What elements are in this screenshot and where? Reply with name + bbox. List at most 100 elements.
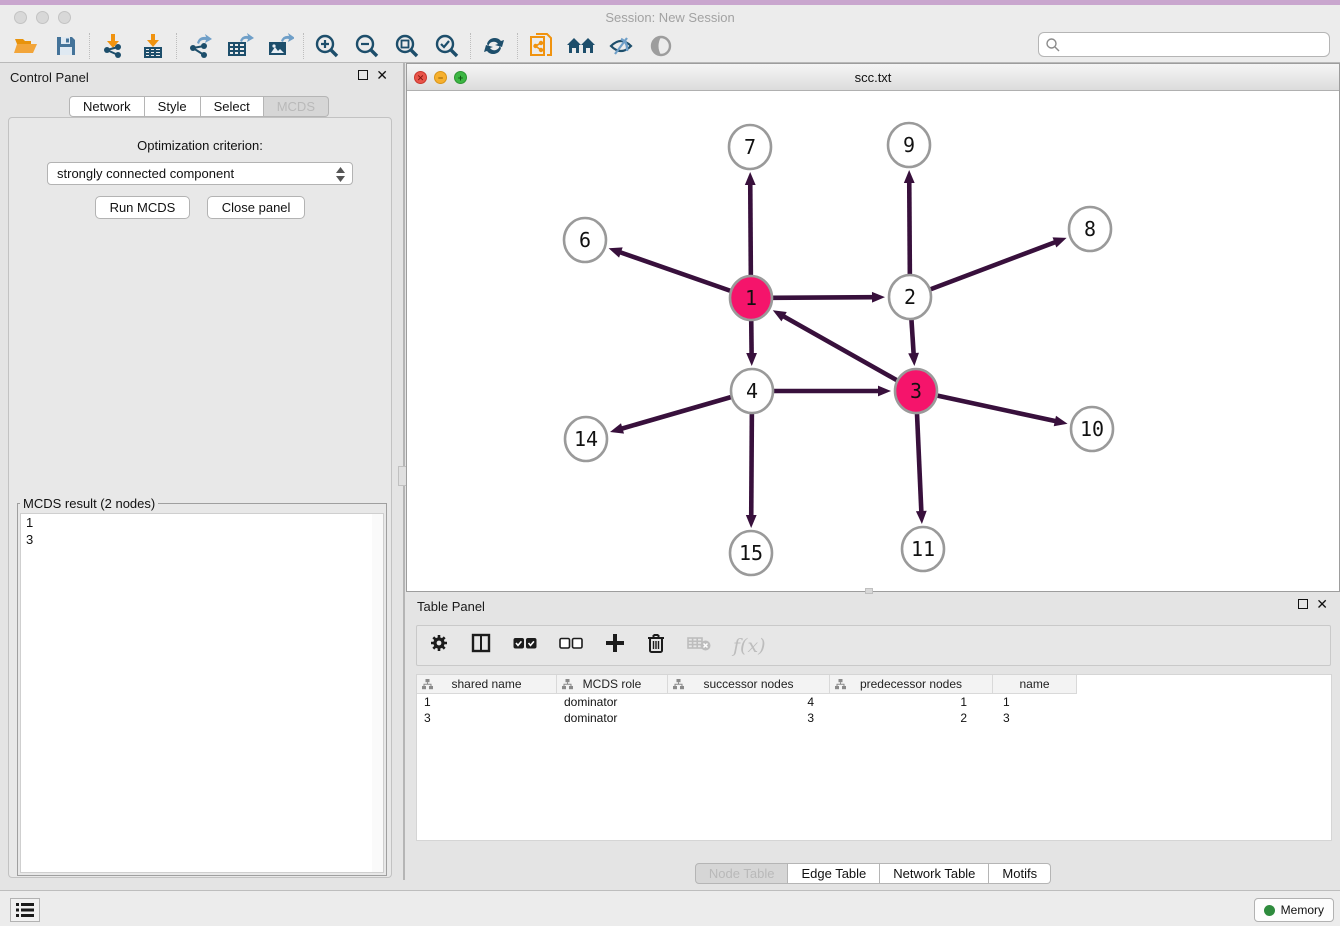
toolbar-separator (176, 33, 177, 59)
tab-network[interactable]: Network (69, 96, 145, 117)
graph-node-15[interactable]: 15 (730, 531, 772, 575)
hide-preview-button[interactable] (641, 31, 681, 61)
table-cell[interactable]: 3 (417, 710, 557, 726)
settings-gear-icon[interactable] (429, 633, 449, 658)
result-scrollbar[interactable] (372, 514, 383, 872)
edge-2-to-8[interactable] (931, 237, 1067, 289)
graph-node-7[interactable]: 7 (729, 125, 771, 169)
network-window-titlebar: ✕ − + scc.txt (407, 64, 1339, 91)
network-canvas[interactable]: 7 9 6 8 1 2 4 3 14 10 15 11 (407, 91, 1339, 591)
edge-4-to-14[interactable] (610, 397, 731, 434)
table-cell[interactable]: 2 (830, 710, 993, 726)
delete-column-icon[interactable] (647, 633, 665, 659)
open-session-button[interactable] (6, 31, 46, 61)
graph-node-8[interactable]: 8 (1069, 207, 1111, 251)
edge-2-to-3[interactable] (908, 319, 919, 366)
table-cell[interactable]: 3 (668, 710, 830, 726)
tab-mcds[interactable]: MCDS (264, 96, 329, 117)
graph-node-6[interactable]: 6 (564, 218, 606, 262)
control-panel-header: Control Panel ✕ (2, 66, 396, 90)
tab-network-table[interactable]: Network Table (880, 863, 989, 884)
horizontal-splitter-handle[interactable] (865, 588, 873, 594)
edge-4-to-3[interactable] (774, 386, 891, 397)
refresh-button[interactable] (474, 31, 514, 61)
select-all-icon[interactable] (513, 637, 537, 655)
graph-node-1[interactable]: 1 (730, 276, 772, 320)
hierarchy-icon (422, 679, 433, 690)
tab-motifs[interactable]: Motifs (989, 863, 1051, 884)
task-history-button[interactable] (10, 898, 40, 922)
export-image-button[interactable] (260, 31, 300, 61)
search-icon (1045, 37, 1061, 53)
edge-1-to-4[interactable] (746, 320, 757, 366)
function-builder-icon[interactable]: f(x) (733, 635, 766, 657)
table-cell[interactable]: dominator (557, 710, 668, 726)
run-mcds-button[interactable]: Run MCDS (95, 196, 191, 219)
edge-4-to-15[interactable] (746, 413, 757, 528)
style-preview-button[interactable] (601, 31, 641, 61)
table-cell[interactable]: 3 (993, 710, 1077, 726)
graph-node-2[interactable]: 2 (889, 275, 931, 319)
graph-node-3[interactable]: 3 (895, 369, 937, 413)
graph-node-10[interactable]: 10 (1071, 407, 1113, 451)
zoom-out-button[interactable] (347, 31, 387, 61)
import-table-button[interactable] (133, 31, 173, 61)
tab-style[interactable]: Style (145, 96, 201, 117)
zoom-in-button[interactable] (307, 31, 347, 61)
export-table-button[interactable] (220, 31, 260, 61)
tab-node-table[interactable]: Node Table (695, 863, 789, 884)
edge-1-to-7[interactable] (745, 172, 756, 276)
optimization-criterion-value: strongly connected component (57, 166, 234, 181)
graph-node-4[interactable]: 4 (731, 369, 773, 413)
mcds-result-textarea[interactable]: 13 (20, 513, 384, 873)
edge-3-to-1[interactable] (773, 310, 897, 380)
style-eye-icon (608, 34, 634, 58)
search-box[interactable] (1038, 32, 1330, 57)
export-network-button[interactable] (180, 31, 220, 61)
add-column-icon[interactable] (605, 633, 625, 658)
graph-node-11[interactable]: 11 (902, 527, 944, 571)
column-header-predecessor-nodes[interactable]: predecessor nodes (830, 675, 993, 694)
import-network-button[interactable] (93, 31, 133, 61)
table-row[interactable]: 3dominator323 (417, 710, 1331, 726)
table-panel-float-icon[interactable] (1298, 599, 1308, 609)
save-session-button[interactable] (46, 31, 86, 61)
table-cell[interactable]: 1 (830, 694, 993, 710)
control-panel-close-icon[interactable]: ✕ (376, 70, 388, 80)
column-header-shared-name[interactable]: shared name (417, 675, 557, 694)
graph-node-14[interactable]: 14 (565, 417, 607, 461)
close-panel-button[interactable]: Close panel (207, 196, 306, 219)
search-input[interactable] (1061, 35, 1329, 55)
column-header-successor-nodes[interactable]: successor nodes (668, 675, 830, 694)
edge-1-to-6[interactable] (609, 247, 731, 290)
home-pages-button[interactable] (561, 31, 601, 61)
tab-edge-table[interactable]: Edge Table (788, 863, 880, 884)
column-header-name[interactable]: name (993, 675, 1077, 694)
table-cell[interactable]: dominator (557, 694, 668, 710)
table-cell[interactable]: 4 (668, 694, 830, 710)
control-panel-float-icon[interactable] (358, 70, 368, 80)
mcds-result-line: 1 (21, 514, 383, 531)
share-session-button[interactable] (521, 31, 561, 61)
optimization-criterion-select[interactable]: strongly connected component (47, 162, 353, 185)
toolbar-separator (517, 33, 518, 59)
edge-2-to-9[interactable] (904, 170, 915, 275)
memory-button[interactable]: Memory (1254, 898, 1334, 922)
graph-node-9[interactable]: 9 (888, 123, 930, 167)
tab-select[interactable]: Select (201, 96, 264, 117)
deselect-all-icon[interactable] (559, 637, 583, 655)
zoom-selected-button[interactable] (427, 31, 467, 61)
node-label: 1 (745, 286, 757, 310)
column-layout-icon[interactable] (471, 633, 491, 658)
edge-3-to-10[interactable] (938, 396, 1068, 427)
edge-1-to-2[interactable] (773, 292, 885, 303)
table-row[interactable]: 1dominator411 (417, 694, 1331, 710)
table-cell[interactable]: 1 (993, 694, 1077, 710)
table-cell[interactable]: 1 (417, 694, 557, 710)
delete-table-icon[interactable] (687, 635, 711, 656)
table-panel-close-icon[interactable]: ✕ (1316, 599, 1328, 609)
column-header-MCDS-role[interactable]: MCDS role (557, 675, 668, 694)
mcds-result-line: 3 (21, 531, 383, 548)
zoom-fit-button[interactable] (387, 31, 427, 61)
edge-3-to-11[interactable] (916, 413, 927, 524)
